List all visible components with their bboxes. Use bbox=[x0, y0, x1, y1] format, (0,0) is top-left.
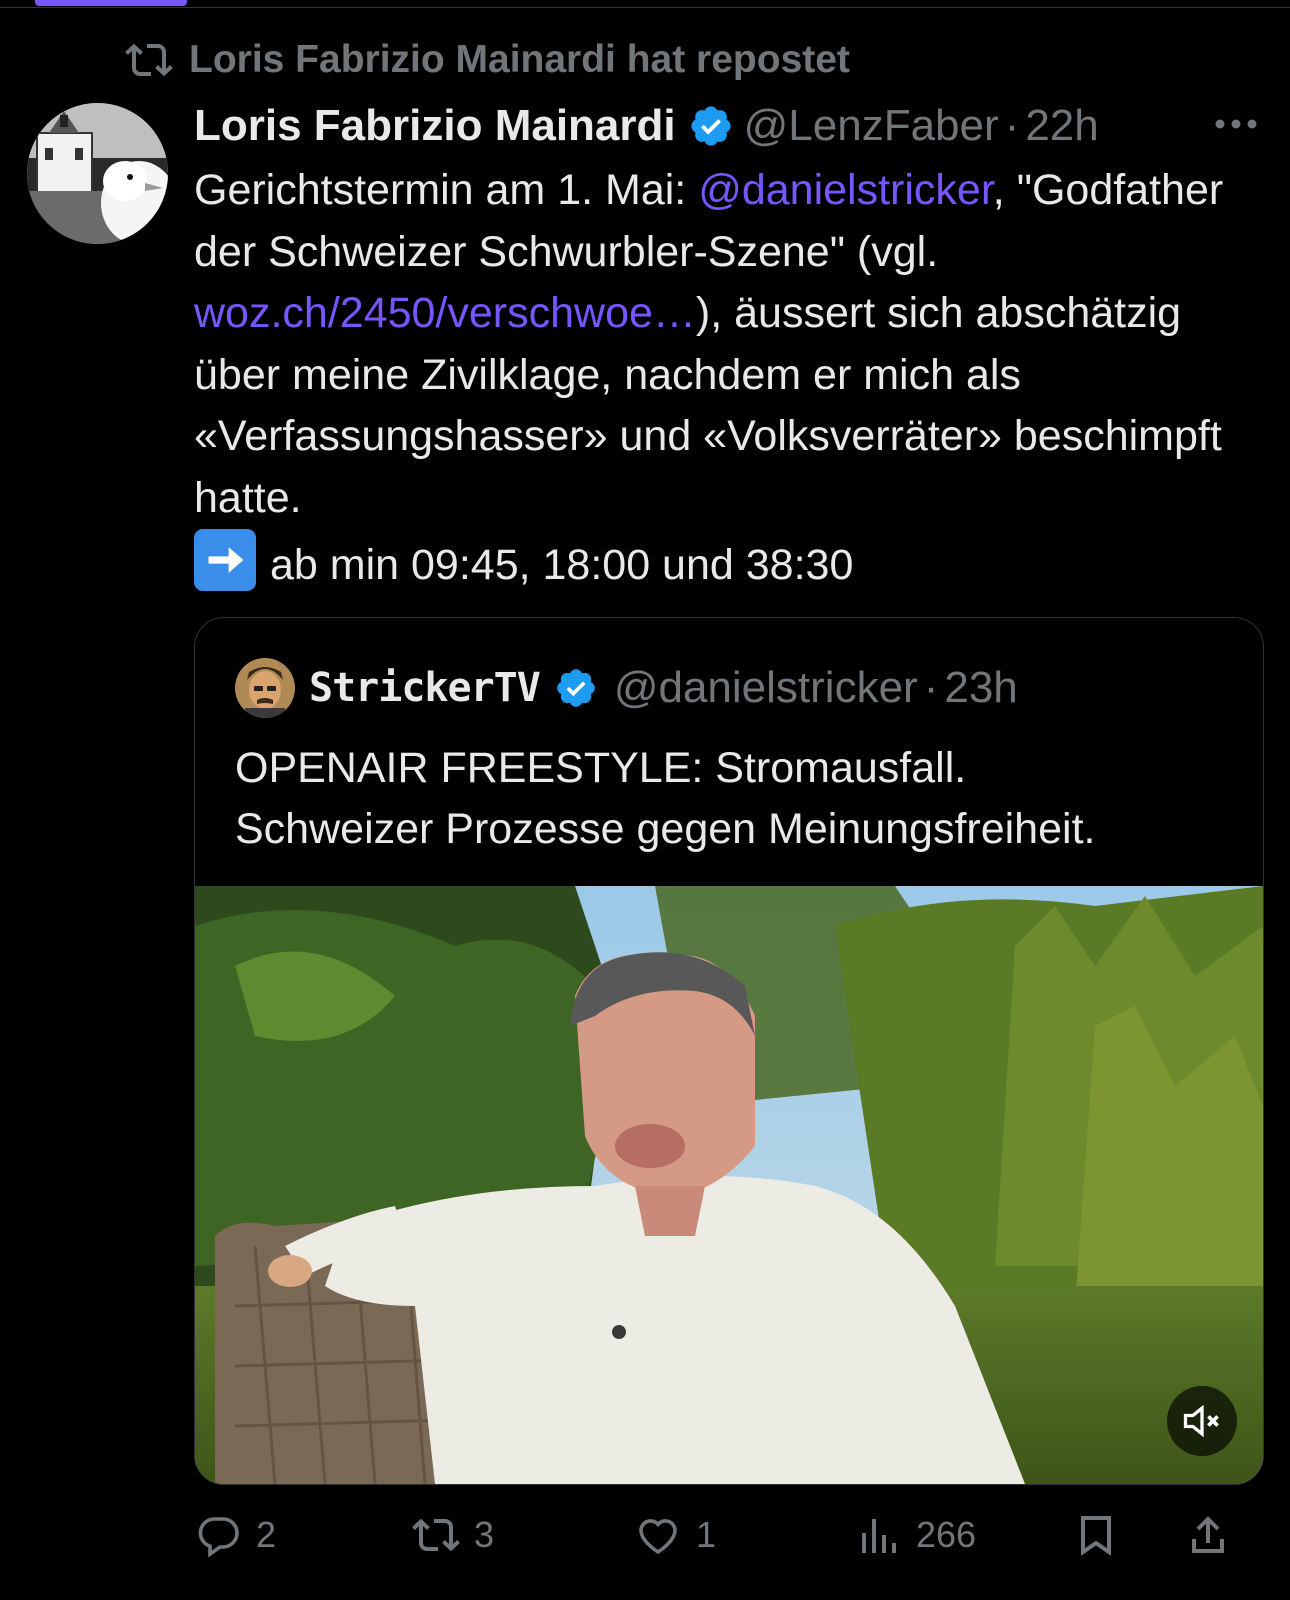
repost-icon bbox=[412, 1518, 460, 1552]
reply-button[interactable]: 2 bbox=[194, 1510, 276, 1560]
share-icon bbox=[1192, 1516, 1224, 1553]
video-player[interactable] bbox=[195, 886, 1263, 1484]
separator: · bbox=[1004, 101, 1020, 150]
more-options-icon[interactable] bbox=[1212, 108, 1260, 140]
reply-count: 2 bbox=[256, 1514, 277, 1555]
views-count: 266 bbox=[916, 1514, 977, 1555]
repost-icon bbox=[125, 43, 173, 77]
author-avatar[interactable] bbox=[27, 103, 168, 244]
quoted-text-line: OPENAIR FREESTYLE: Stromausfall. bbox=[235, 744, 967, 792]
quoted-tweet-header: StrickerTV @danielstricker · 23h bbox=[235, 658, 1018, 718]
top-tab-bar bbox=[0, 0, 1290, 8]
tweet-header: Loris Fabrizio Mainardi @LenzFaber · 22h bbox=[194, 98, 1290, 154]
bookmark-button[interactable] bbox=[1072, 1510, 1134, 1560]
quoted-author-name[interactable]: StrickerTV bbox=[309, 665, 541, 711]
url-link[interactable]: woz.ch/2450/verschwoe… bbox=[194, 289, 696, 337]
quoted-text-line: Schweizer Prozesse gegen Meinungsfreihei… bbox=[235, 805, 1096, 853]
repost-button[interactable]: 3 bbox=[412, 1510, 494, 1560]
reply-icon bbox=[198, 1517, 239, 1558]
tweet-action-bar: 2 3 1 266 bbox=[194, 1510, 1264, 1560]
verified-badge-icon[interactable] bbox=[688, 103, 734, 149]
verified-badge-icon[interactable] bbox=[554, 666, 598, 710]
like-count: 1 bbox=[696, 1514, 717, 1555]
share-button[interactable] bbox=[1184, 1510, 1246, 1560]
repost-count: 3 bbox=[474, 1514, 495, 1555]
views-button[interactable]: 266 bbox=[854, 1510, 976, 1560]
quoted-tweet[interactable]: StrickerTV @danielstricker · 23h OPENAIR… bbox=[194, 617, 1264, 1485]
tweet-text: Gerichtstermin am 1. Mai: @danielstricke… bbox=[194, 160, 1254, 597]
quoted-tweet-timestamp[interactable]: 23h bbox=[944, 663, 1017, 713]
mention-link[interactable]: @danielstricker bbox=[698, 166, 993, 214]
right-arrow-emoji-icon bbox=[194, 529, 256, 591]
heart-icon bbox=[639, 1519, 677, 1555]
tweet-timestamp[interactable]: 22h bbox=[1025, 101, 1098, 151]
like-button[interactable]: 1 bbox=[634, 1510, 716, 1560]
quoted-author-handle[interactable]: @danielstricker bbox=[614, 663, 918, 713]
author-handle[interactable]: @LenzFaber bbox=[744, 101, 999, 151]
mute-button[interactable] bbox=[1167, 1386, 1237, 1456]
bookmark-icon bbox=[1081, 1516, 1111, 1556]
quoted-author-avatar[interactable] bbox=[235, 658, 295, 718]
tweet-text-segment: ab min 09:45, 18:00 und 38:30 bbox=[270, 541, 854, 589]
author-name[interactable]: Loris Fabrizio Mainardi bbox=[194, 101, 676, 151]
repost-label: Loris Fabrizio Mainardi hat repostet bbox=[189, 38, 850, 81]
video-frame bbox=[195, 886, 1263, 1484]
tweet-text-segment: Gerichtstermin am 1. Mai: bbox=[194, 166, 699, 214]
quoted-tweet-text: OPENAIR FREESTYLE: Stromausfall. Schweiz… bbox=[235, 738, 1235, 860]
active-tab-indicator bbox=[35, 0, 187, 6]
views-chart-icon bbox=[862, 1519, 896, 1553]
separator: · bbox=[923, 663, 939, 712]
repost-context[interactable]: Loris Fabrizio Mainardi hat repostet bbox=[125, 38, 850, 81]
muted-speaker-icon bbox=[1183, 1404, 1219, 1438]
